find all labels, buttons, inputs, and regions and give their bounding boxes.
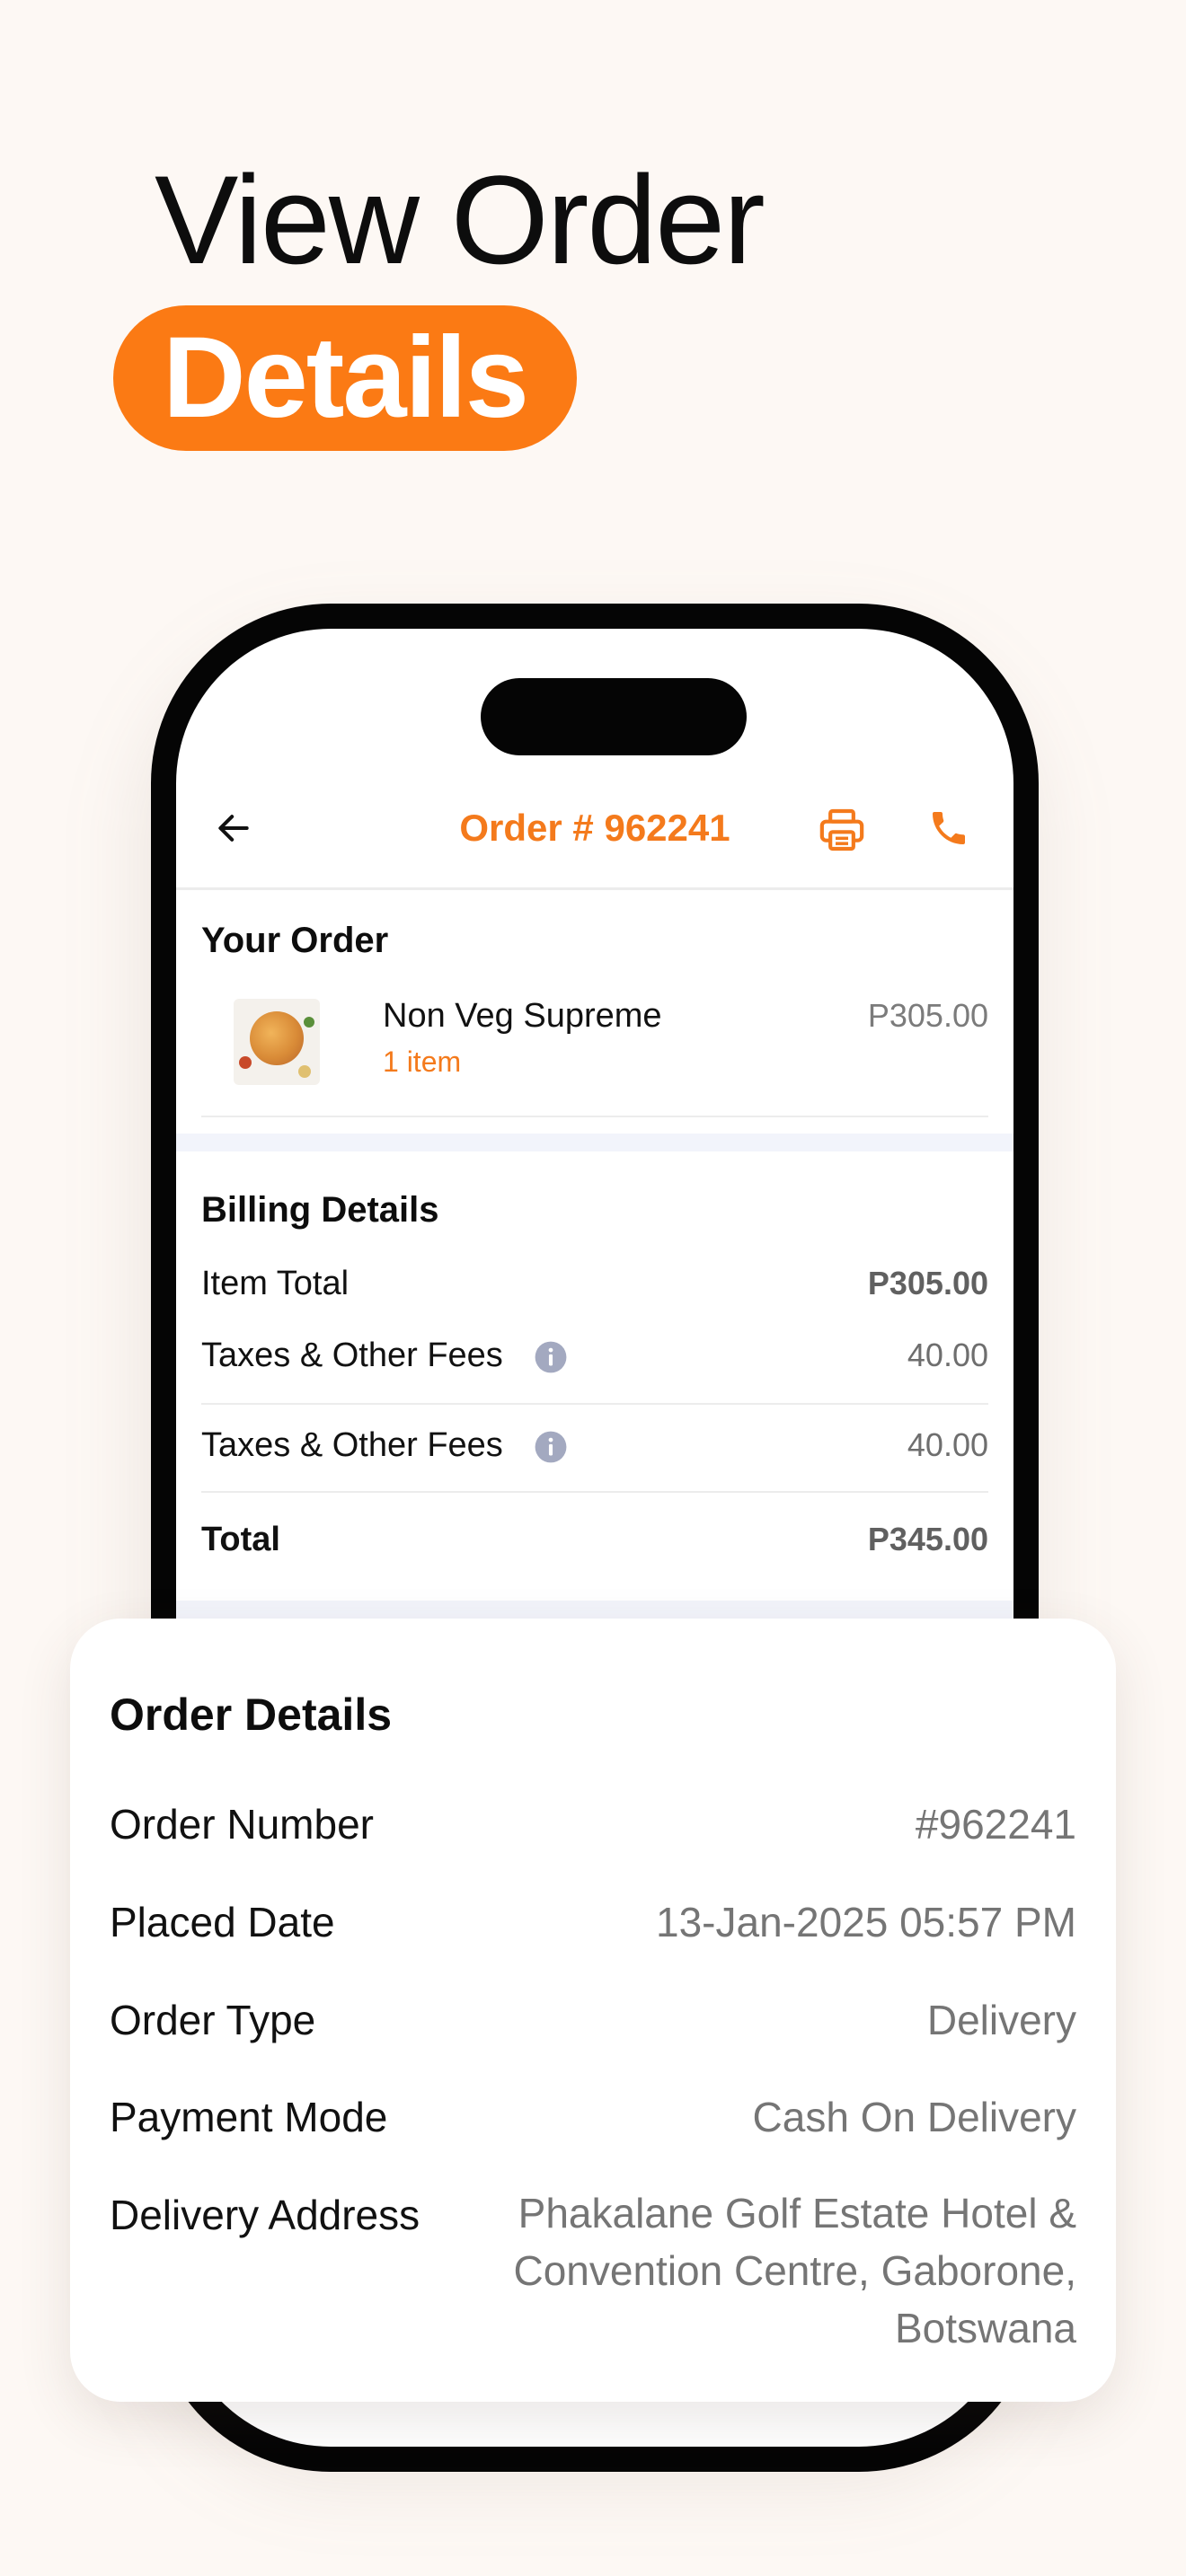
- item-quantity: 1 item: [383, 1045, 462, 1078]
- cheese-decoration: [298, 1065, 311, 1078]
- taxes-fees-row: Taxes & Other Fees: [201, 1337, 568, 1375]
- item-total-label: Item Total: [201, 1265, 350, 1302]
- order-number-label: Order Number: [110, 1801, 374, 1848]
- tomato-decoration: [239, 1056, 252, 1069]
- section-separator: [176, 1601, 1013, 1619]
- order-details-heading: Order Details: [110, 1689, 393, 1740]
- herb-decoration: [304, 1017, 314, 1028]
- billing-heading: Billing Details: [201, 1190, 439, 1230]
- hero-highlight-pill: Details: [113, 305, 577, 451]
- pizza-image: [250, 1011, 304, 1065]
- item-total-value: P305.00: [867, 1265, 988, 1301]
- delivery-address-value: Phakalane Golf Estate Hotel & Convention…: [513, 2190, 1076, 2351]
- taxes-fees-label: Taxes & Other Fees: [201, 1426, 503, 1464]
- section-separator: [176, 1134, 1013, 1151]
- billing-divider: [201, 1491, 988, 1493]
- info-icon[interactable]: [534, 1340, 568, 1374]
- taxes-fees-value: 40.00: [907, 1337, 988, 1373]
- order-type-label: Order Type: [110, 1997, 316, 2043]
- billing-divider: [201, 1403, 988, 1405]
- delivery-address-label: Delivery Address: [110, 2192, 420, 2238]
- printer-icon[interactable]: [816, 805, 868, 855]
- taxes-fees-row: Taxes & Other Fees: [201, 1426, 568, 1465]
- order-details-card: Order Details Order Number #962241 Place…: [70, 1619, 1116, 2402]
- placed-date-label: Placed Date: [110, 1899, 335, 1945]
- taxes-fees-value: 40.00: [907, 1426, 988, 1463]
- placed-date-value: 13-Jan-2025 05:57 PM: [656, 1899, 1076, 1945]
- phone-icon[interactable]: [927, 807, 970, 850]
- item-price: P305.00: [867, 997, 988, 1034]
- item-divider: [201, 1116, 988, 1117]
- app-bar: Order # 962241: [176, 763, 1013, 890]
- hero-highlight-text: Details: [163, 313, 529, 442]
- payment-mode-label: Payment Mode: [110, 2094, 388, 2140]
- taxes-fees-label: Taxes & Other Fees: [201, 1337, 503, 1374]
- dynamic-island: [481, 678, 747, 755]
- pizza-thumbnail: [234, 999, 320, 1085]
- hero-title: View Order: [155, 149, 766, 290]
- info-icon[interactable]: [534, 1430, 568, 1464]
- order-type-value: Delivery: [926, 1997, 1076, 2043]
- total-value: P345.00: [867, 1521, 988, 1557]
- payment-mode-value: Cash On Delivery: [752, 2094, 1076, 2140]
- item-name: Non Veg Supreme: [383, 997, 662, 1035]
- your-order-heading: Your Order: [201, 921, 389, 960]
- order-number-value: #962241: [915, 1801, 1076, 1848]
- total-label: Total: [201, 1521, 280, 1558]
- order-title: Order # 962241: [459, 807, 730, 849]
